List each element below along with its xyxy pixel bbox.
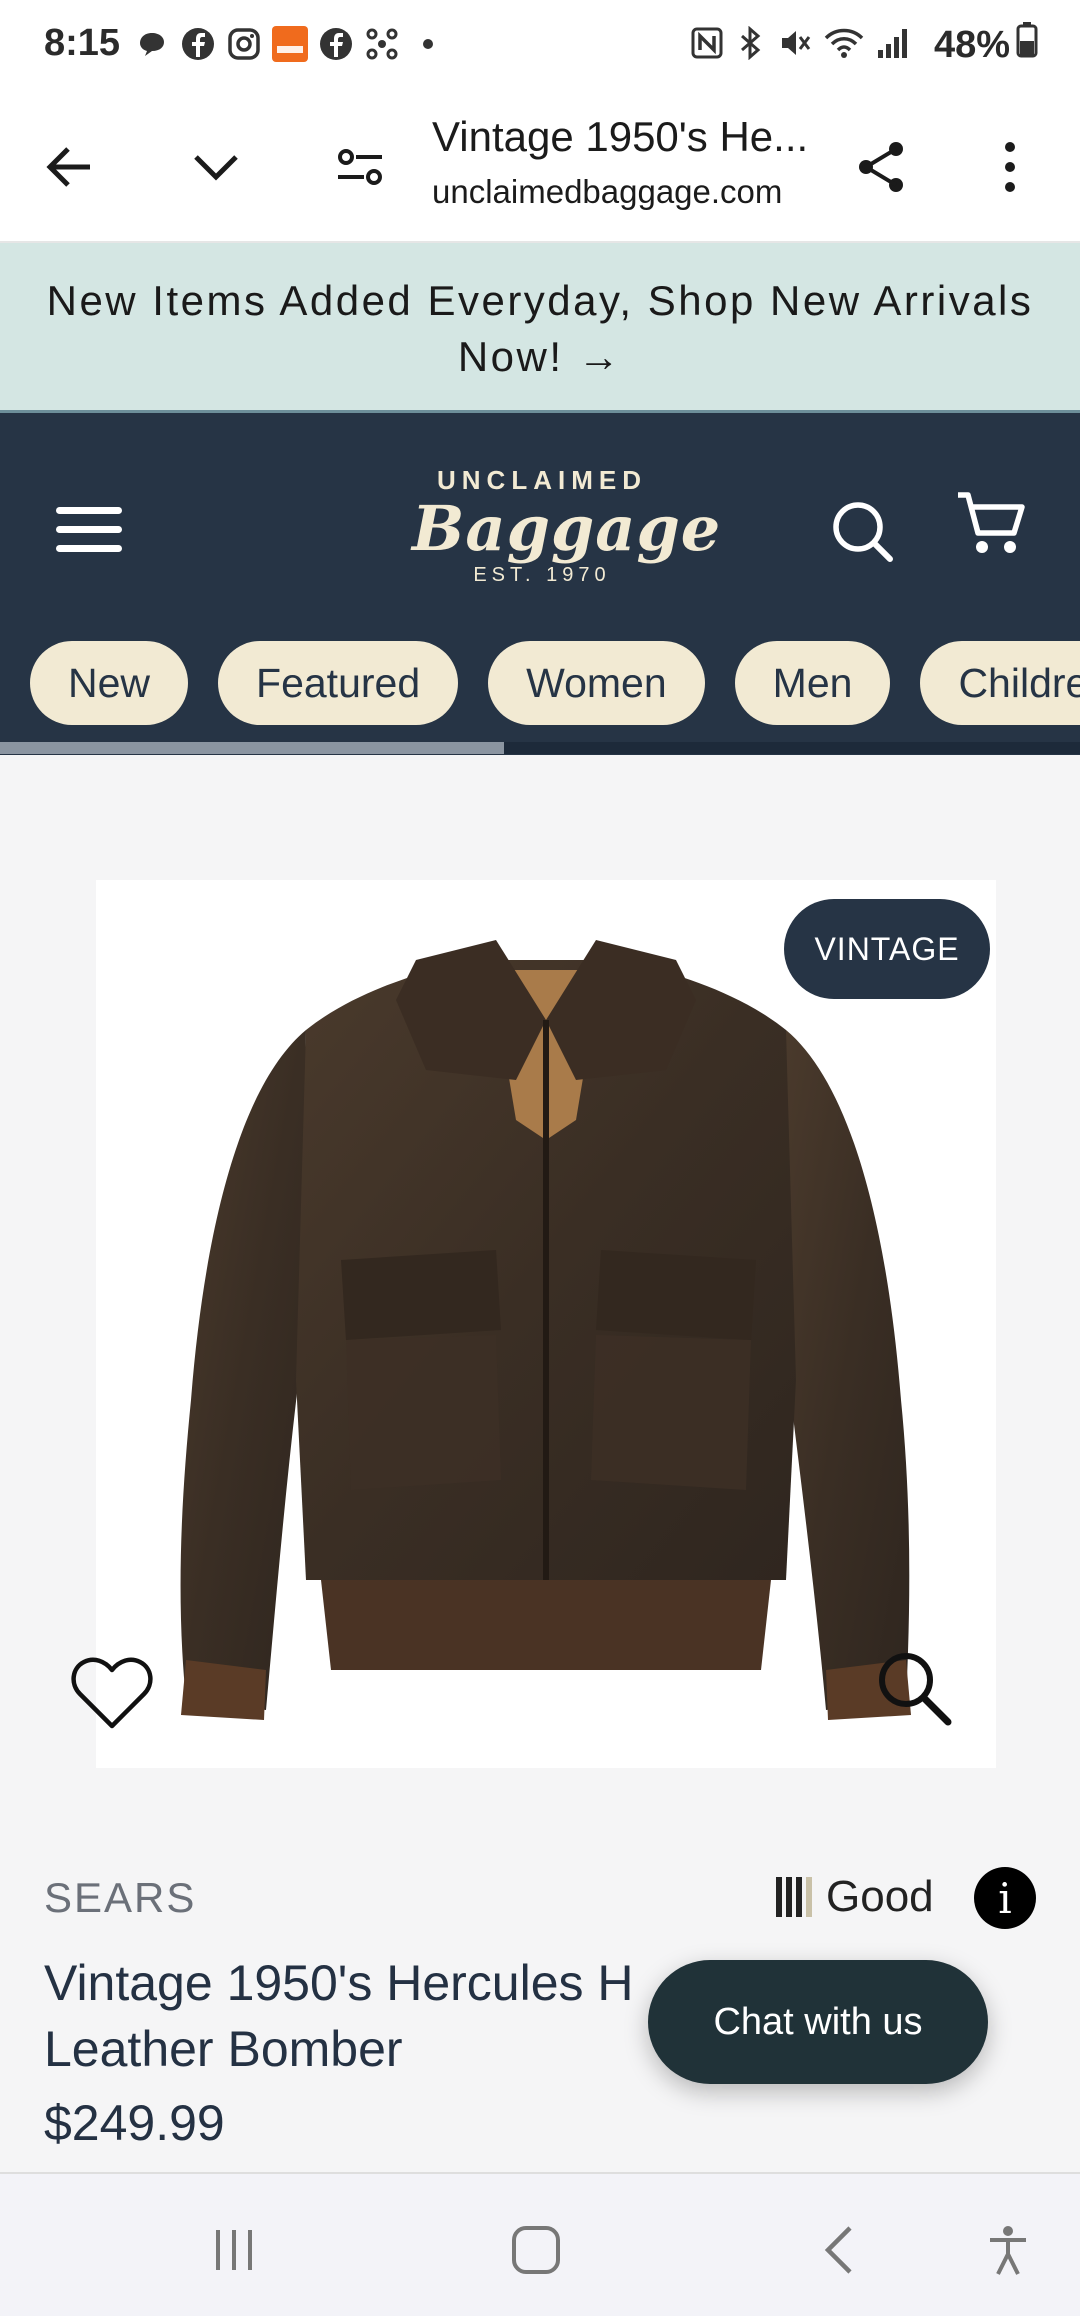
hamburger-menu-icon[interactable]	[56, 507, 122, 557]
facebook-icon-2	[318, 26, 354, 62]
zoom-button[interactable]	[874, 1648, 954, 1728]
share-button[interactable]	[846, 131, 918, 203]
back-button[interactable]	[34, 131, 106, 203]
product-brand[interactable]: SEARS	[44, 1874, 196, 1922]
screen: 8:15 48% Vintage 1950's He... unclaimedb…	[0, 0, 1080, 2316]
product-name: Vintage 1950's Hercules H Leather Bomber	[44, 1955, 634, 2077]
promo-text: New Items Added Everyday, Shop New Arriv…	[46, 277, 1034, 380]
browser-toolbar: Vintage 1950's He... unclaimedbaggage.co…	[0, 95, 1080, 243]
status-bar: 8:15 48%	[0, 0, 1080, 95]
temu-icon	[272, 26, 308, 62]
tune-icon	[338, 149, 382, 185]
home-icon	[512, 2226, 560, 2274]
nfc-icon	[690, 26, 724, 65]
logo-main-text: Baggage	[412, 492, 722, 565]
nav-chip-children[interactable]: Childre	[920, 641, 1080, 725]
battery-percent: 48%	[933, 23, 1010, 66]
chat-with-us-button[interactable]: Chat with us	[648, 1960, 988, 2084]
battery-status: 48%	[934, 22, 1038, 68]
page-url[interactable]: unclaimedbaggage.com	[432, 173, 782, 211]
bluetooth-icon	[736, 25, 766, 65]
category-nav: New Featured Women Men Childre	[30, 641, 1080, 725]
mute-icon	[778, 26, 812, 65]
notification-icons	[134, 26, 446, 62]
instagram-icon	[226, 26, 262, 62]
product-price: $249.99	[44, 2095, 225, 2151]
site-settings-button[interactable]	[324, 131, 396, 203]
condition-rating: Good	[776, 1872, 934, 1922]
favorite-button[interactable]	[70, 1656, 154, 1732]
promo-banner[interactable]: New Items Added Everyday, Shop New Arriv…	[0, 243, 1080, 413]
nav-chip-featured[interactable]: Featured	[218, 641, 459, 725]
back-chevron-icon	[824, 2226, 852, 2274]
accessibility-button[interactable]	[972, 2214, 1044, 2286]
condition-bars-icon	[776, 1877, 812, 1917]
system-back-button[interactable]	[804, 2214, 876, 2286]
system-icons	[690, 25, 910, 65]
nav-chip-men[interactable]: Men	[734, 641, 891, 725]
site-logo[interactable]: UNCLAIMED Baggage EST. 1970	[412, 465, 722, 587]
facebook-icon	[180, 26, 216, 62]
collapse-button[interactable]	[180, 131, 252, 203]
page-title[interactable]: Vintage 1950's He...	[432, 113, 808, 161]
more-menu-button[interactable]	[974, 131, 1046, 203]
site-header: UNCLAIMED Baggage EST. 1970 New Featured…	[0, 413, 1080, 755]
network-app-icon	[364, 26, 400, 62]
heart-icon	[71, 1657, 153, 1729]
chevron-down-icon	[194, 155, 238, 181]
accessibility-icon	[990, 2226, 1026, 2275]
logo-sub-text: EST. 1970	[473, 564, 611, 586]
category-scrollbar-thumb[interactable]	[0, 742, 504, 754]
vintage-badge: VINTAGE	[784, 899, 990, 999]
system-nav-bar	[0, 2172, 1080, 2316]
cart-icon	[958, 492, 1025, 553]
search-icon	[833, 502, 893, 562]
recents-icon	[216, 2230, 252, 2270]
zoom-search-icon	[879, 1653, 952, 1726]
wifi-icon	[824, 26, 864, 65]
recent-apps-button[interactable]	[198, 2214, 270, 2286]
arrow-right-icon: →	[577, 333, 623, 380]
battery-icon	[1016, 22, 1038, 68]
product-image[interactable]	[96, 880, 996, 1768]
home-button[interactable]	[500, 2214, 572, 2286]
search-button[interactable]	[826, 495, 898, 567]
more-vertical-icon	[1005, 142, 1015, 192]
nav-chip-new[interactable]: New	[30, 641, 189, 725]
status-time: 8:15	[44, 22, 121, 64]
nav-chip-women[interactable]: Women	[488, 641, 705, 725]
more-dot-icon	[410, 26, 446, 62]
share-icon	[859, 142, 903, 192]
condition-label: Good	[826, 1872, 934, 1921]
arrow-left-icon	[46, 147, 90, 187]
signal-icon	[876, 26, 910, 65]
info-icon[interactable]: i	[974, 1867, 1036, 1929]
cart-button[interactable]	[952, 483, 1032, 563]
chat-bubble-icon	[134, 26, 170, 62]
leather-jacket-image	[180, 940, 911, 1720]
